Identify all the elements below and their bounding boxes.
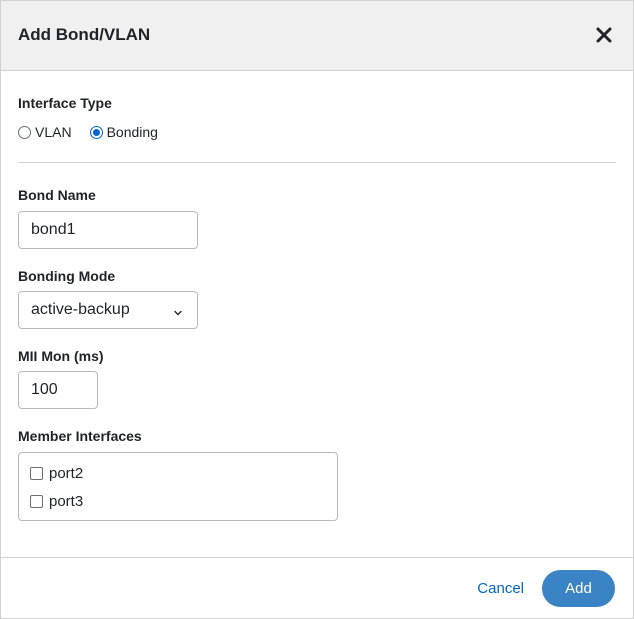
- bonding-radio-label[interactable]: Bonding: [107, 124, 158, 140]
- close-icon[interactable]: [595, 26, 613, 44]
- section-divider: [18, 162, 616, 163]
- port3-checkbox[interactable]: [30, 494, 43, 508]
- member-item-port2[interactable]: port2: [30, 464, 83, 482]
- bond-name-label: Bond Name: [18, 187, 96, 203]
- mii-mon-label: MII Mon (ms): [18, 348, 104, 364]
- dialog-header: Add Bond/VLAN: [1, 1, 633, 71]
- cancel-button[interactable]: Cancel: [477, 580, 524, 597]
- vlan-radio-label[interactable]: VLAN: [35, 124, 72, 140]
- port2-label[interactable]: port2: [49, 465, 83, 482]
- dialog-footer: Cancel Add: [1, 557, 633, 618]
- bonding-radio[interactable]: [89, 125, 103, 139]
- dialog-title: Add Bond/VLAN: [18, 25, 151, 44]
- chevron-down-icon: [173, 305, 183, 316]
- interface-type-label: Interface Type: [18, 95, 112, 111]
- bonding-mode-label: Bonding Mode: [18, 268, 116, 284]
- bonding-mode-value: active-backup: [31, 301, 130, 318]
- mii-mon-input[interactable]: 100: [18, 371, 98, 409]
- member-interfaces-list: port2 port3: [18, 452, 338, 521]
- bond-name-input[interactable]: bond1: [18, 211, 198, 249]
- add-bond-vlan-dialog: Add Bond/VLAN Interface Type VLAN Bondin…: [0, 0, 634, 619]
- port2-checkbox[interactable]: [30, 466, 43, 480]
- add-button[interactable]: Add: [542, 570, 615, 607]
- interface-type-radio-group: VLAN Bonding: [18, 123, 176, 141]
- member-interfaces-label: Member Interfaces: [18, 428, 142, 444]
- port3-label[interactable]: port3: [49, 493, 83, 510]
- bonding-mode-select[interactable]: active-backup: [18, 291, 198, 329]
- bond-name-value: bond1: [31, 221, 76, 238]
- vlan-radio[interactable]: [18, 125, 31, 139]
- member-item-port3[interactable]: port3: [30, 492, 83, 510]
- mii-mon-value: 100: [31, 381, 58, 398]
